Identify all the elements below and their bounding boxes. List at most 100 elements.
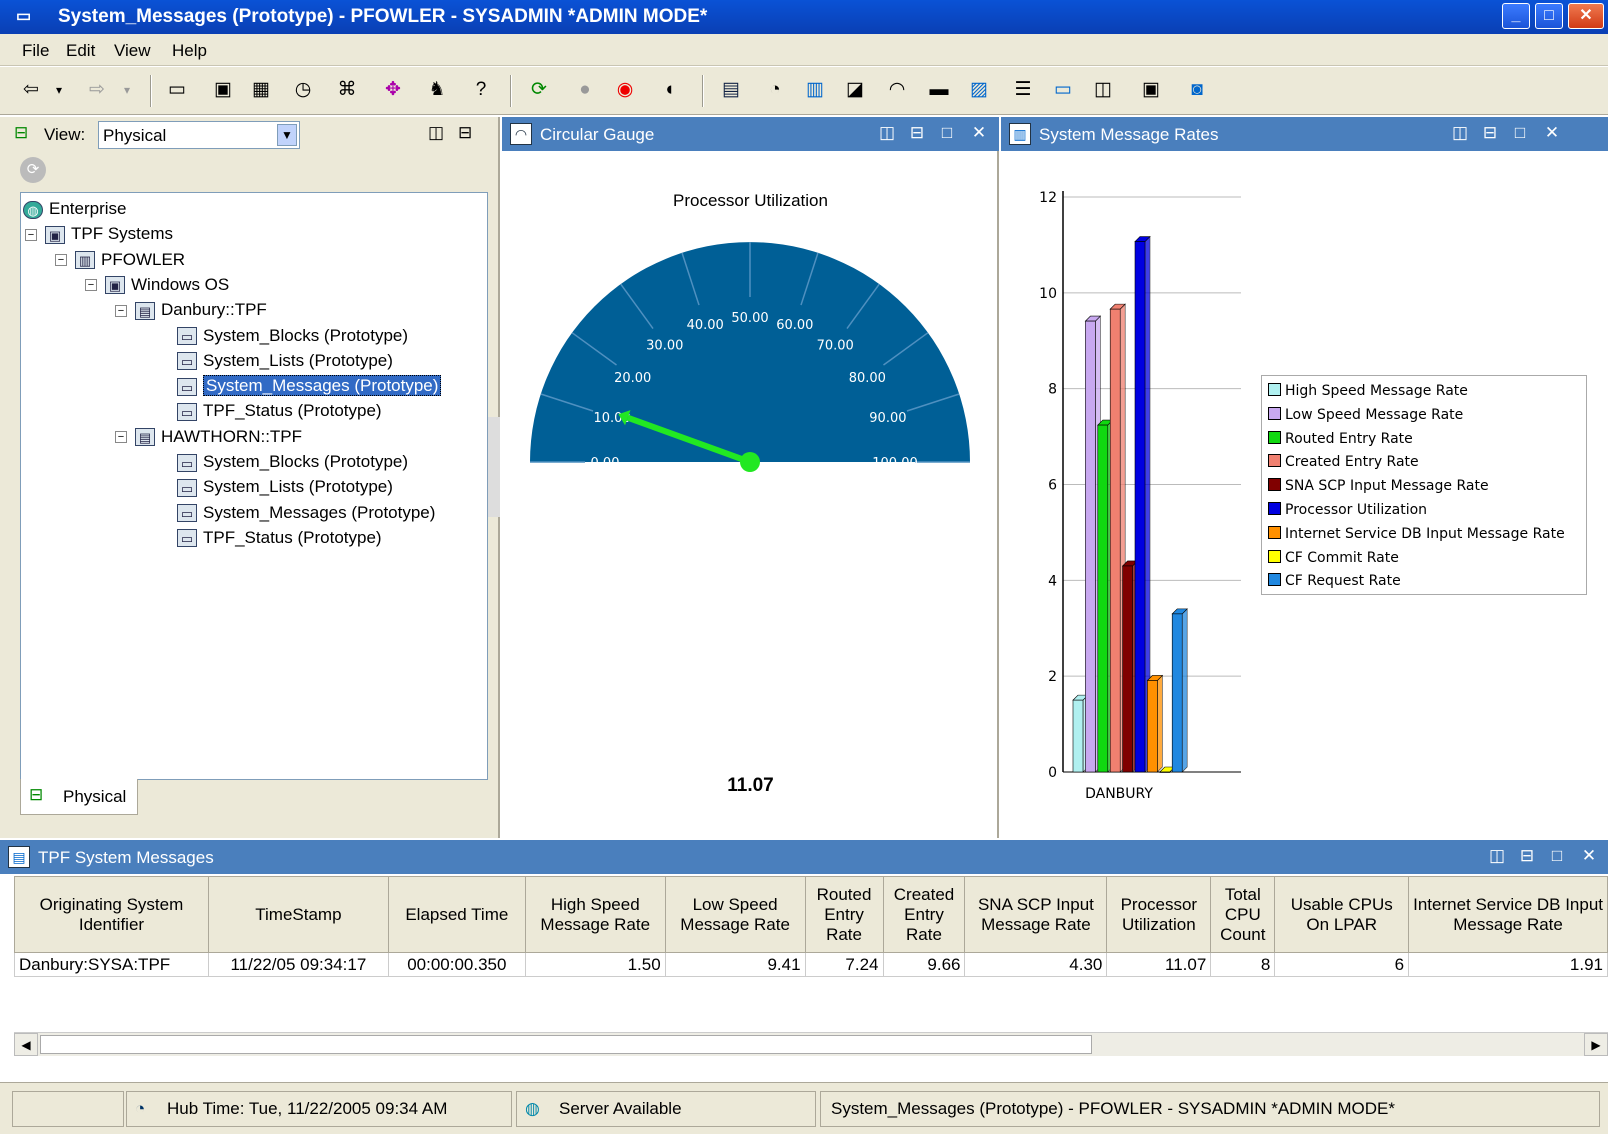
menu-view[interactable]: View [114,41,151,61]
close-button[interactable]: ✕ [1568,3,1604,29]
tree-node[interactable]: ▭ System_Blocks (Prototype) [177,450,408,474]
take-action-icon[interactable]: ◫ [1090,77,1116,103]
scroll-left-icon[interactable]: ◀ [14,1033,38,1056]
tree-node[interactable]: ▭ System_Messages (Prototype) [177,374,442,398]
table-hscroll[interactable]: ◀ ▶ [14,1032,1608,1056]
tree-node[interactable]: − ▣ Windows OS [85,273,229,297]
tree-node[interactable]: ◍ Enterprise [23,197,126,221]
menu-help[interactable]: Help [172,41,207,61]
properties-icon[interactable]: ▦ [248,77,274,103]
close-icon[interactable]: ✕ [1541,123,1563,143]
save-icon[interactable]: ▣ [210,77,236,103]
maximize-icon[interactable]: □ [1546,846,1568,866]
column-header[interactable]: Routed Entry Rate [804,876,884,953]
column-header[interactable]: Originating System Identifier [14,876,209,953]
split-horizontal-icon[interactable]: ⊟ [1516,846,1538,866]
new-workspace-icon[interactable]: ▭ [164,77,190,103]
column-header[interactable]: Usable CPUs On LPAR [1274,876,1410,953]
tree-node[interactable]: ▭ System_Blocks (Prototype) [177,324,408,348]
tree-expander[interactable]: − [85,279,97,292]
history-icon[interactable]: ◷ [290,77,316,103]
tab-physical[interactable]: ⊟ Physical [20,779,138,815]
column-header[interactable]: Internet Service DB Input Message Rate [1408,876,1608,953]
tree-node[interactable]: ▭ TPF_Status (Prototype) [177,526,382,550]
tree-node-label: Windows OS [131,274,230,294]
sound-icon[interactable]: ◖ [656,77,682,103]
tree-expander[interactable]: − [25,228,37,241]
split-horizontal-icon[interactable]: ⊟ [458,123,472,143]
split-vertical-icon[interactable]: ◫ [1486,846,1508,866]
column-header[interactable]: Created Entry Rate [882,876,966,953]
close-icon[interactable]: ✕ [1578,846,1600,866]
column-header[interactable]: TimeStamp [207,876,389,953]
tree-expander[interactable]: − [115,431,127,444]
back-arrow-icon[interactable]: ⇦ [18,77,44,103]
split-horizontal-icon[interactable]: ⊟ [1479,123,1501,143]
split-vertical-icon[interactable]: ◫ [428,123,444,143]
column-header[interactable]: High Speed Message Rate [524,876,666,953]
refresh-icon[interactable]: ⟳ [526,77,552,103]
tree-node[interactable]: − ▣ TPF Systems [25,222,173,246]
column-header[interactable]: Elapsed Time [387,876,526,953]
menu-file[interactable]: File [22,41,49,61]
system-messages-table-panel: ▤ TPF System Messages ◫ ⊟ □ ✕ Originatin… [0,840,1608,1082]
column-header[interactable]: Processor Utilization [1106,876,1212,953]
scroll-right-icon[interactable]: ▶ [1584,1033,1608,1056]
forward-arrow-icon[interactable]: ⇨ [84,77,110,103]
plot-chart-icon[interactable]: ◪ [842,77,868,103]
filter-icon[interactable]: ⌘ [334,77,360,103]
gauge-icon[interactable]: ◠ [884,77,910,103]
terminal-icon[interactable]: ▣ [1138,77,1164,103]
tree-expander[interactable]: − [55,254,67,267]
menu-edit[interactable]: Edit [66,41,95,61]
gauge-tick-label: 90.00 [869,411,906,426]
tree-node[interactable]: − ▥ PFOWLER [55,248,185,272]
column-header[interactable]: Total CPU Count [1210,876,1276,953]
column-header[interactable]: Low Speed Message Rate [664,876,806,953]
update-icon[interactable]: ⟳ [20,157,46,183]
toolbar: ⇦ ▾ ⇨ ▾ ▭ ▣ ▦ ◷ ⌘ ✥ ♞ ? ⟳ ● ◉ ◖ ▤ ◔ ▥ ◪ … [0,67,1608,115]
tree-node[interactable]: ▭ System_Lists (Prototype) [177,475,393,499]
pie-chart-icon[interactable]: ◔ [762,77,788,103]
maximize-icon[interactable]: □ [936,123,958,143]
tree-node[interactable]: ▭ System_Lists (Prototype) [177,349,393,373]
maximize-icon[interactable]: □ [1509,123,1531,143]
scroll-thumb[interactable] [40,1035,1092,1054]
close-icon[interactable]: ✕ [968,123,990,143]
column-header[interactable]: SNA SCP Input Message Rate [964,876,1108,953]
help-icon[interactable]: ? [468,77,494,103]
y-tick-label: 12 [1039,190,1057,206]
tree-node[interactable]: ▭ TPF_Status (Prototype) [177,399,382,423]
notepad-icon[interactable]: ▨ [966,77,992,103]
view-select[interactable]: Physical ▼ [98,121,300,149]
tree-node[interactable]: ▭ System_Messages (Prototype) [177,501,435,525]
message-log-icon[interactable]: ▭ [1050,77,1076,103]
navigator-vscroll[interactable] [488,417,500,517]
bar [1159,771,1171,773]
status-hub-time: ◔ Hub Time: Tue, 11/22/2005 09:34 AM [126,1091,512,1127]
pause-icon[interactable]: ● [572,77,598,103]
thermometer-icon[interactable]: ▬ [926,77,952,103]
tree-node[interactable]: − ▤ Danbury::TPF [115,298,267,322]
table-view-icon[interactable]: ▤ [718,77,744,103]
event-console-icon[interactable]: ☰ [1010,77,1036,103]
maximize-button[interactable]: □ [1535,3,1563,29]
chevron-down-icon[interactable]: ▼ [277,124,297,146]
table-row[interactable]: Danbury:SYSA:TPF 11/22/05 09:34:17 00:00:0… [14,952,1608,977]
find-icon[interactable]: ♞ [424,77,450,103]
split-horizontal-icon[interactable]: ⊟ [906,123,928,143]
navigator-icon[interactable]: ✥ [380,77,406,103]
forward-dropdown-icon[interactable]: ▾ [120,77,134,103]
tree-expander[interactable]: − [115,304,127,317]
table-header-row: Originating System Identifier TimeStamp El… [14,876,1608,953]
legend-label: SNA SCP Input Message Rate [1285,478,1489,495]
browser-icon[interactable]: ◙ [1184,77,1210,103]
gauge-tick-label: 60.00 [776,318,813,333]
split-vertical-icon[interactable]: ◫ [876,123,898,143]
back-dropdown-icon[interactable]: ▾ [52,77,66,103]
minimize-button[interactable]: _ [1502,3,1530,29]
split-vertical-icon[interactable]: ◫ [1449,123,1471,143]
tree-node[interactable]: − ▤ HAWTHORN::TPF [115,425,302,449]
bar-chart-icon[interactable]: ▥ [802,77,828,103]
stop-icon[interactable]: ◉ [612,77,638,103]
